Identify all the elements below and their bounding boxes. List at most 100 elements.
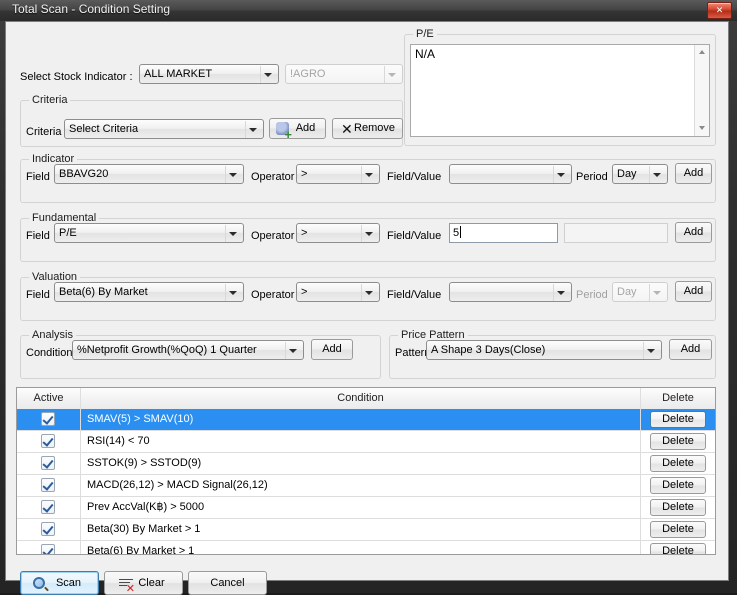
- cell-delete: Delete: [641, 519, 715, 540]
- delete-row-button[interactable]: Delete: [650, 433, 706, 450]
- indicator-operator-value: >: [301, 168, 308, 180]
- active-checkbox[interactable]: [41, 544, 55, 554]
- table-row[interactable]: SMAV(5) > SMAV(10) Delete: [17, 409, 715, 431]
- delete-row-button[interactable]: Delete: [650, 455, 706, 472]
- chevron-down-icon: [229, 232, 237, 236]
- active-checkbox[interactable]: [41, 434, 55, 448]
- price-pattern-combo[interactable]: A Shape 3 Days(Close): [426, 340, 662, 360]
- cell-delete: Delete: [641, 409, 715, 430]
- delete-row-button[interactable]: Delete: [650, 477, 706, 494]
- chevron-down-icon: [557, 291, 565, 295]
- valuation-period-combo[interactable]: Day: [612, 282, 668, 302]
- header-delete: Delete: [662, 392, 694, 404]
- chevron-down-icon: [229, 291, 237, 295]
- delete-row-button[interactable]: Delete: [650, 521, 706, 538]
- criteria-remove-button[interactable]: ✕ Remove: [332, 118, 403, 139]
- conditions-table[interactable]: Active Condition Delete SMAV(5) > SMAV(1…: [16, 387, 716, 555]
- cell-delete: Delete: [641, 497, 715, 518]
- fundamental-operator-combo[interactable]: >: [296, 223, 380, 243]
- close-icon[interactable]: ✕: [707, 2, 732, 19]
- table-row[interactable]: Beta(6) By Market > 1 Delete: [17, 541, 715, 554]
- title-bar: Total Scan - Condition Setting ✕: [0, 0, 737, 21]
- delete-row-button[interactable]: Delete: [650, 411, 706, 428]
- criteria-add-button[interactable]: Add: [269, 118, 326, 140]
- scroll-down-icon[interactable]: [695, 121, 709, 136]
- active-checkbox[interactable]: [41, 500, 55, 514]
- table-row[interactable]: RSI(14) < 70 Delete: [17, 431, 715, 453]
- valuation-fieldvalue-label: Field/Value: [387, 289, 442, 301]
- table-row[interactable]: Beta(30) By Market > 1 Delete: [17, 519, 715, 541]
- combo-separator: [285, 342, 286, 359]
- cell-active: [17, 497, 81, 518]
- delete-row-button[interactable]: Delete: [650, 543, 706, 554]
- cell-condition: RSI(14) < 70: [81, 431, 641, 452]
- cell-condition: Prev AccVal(K฿) > 5000: [81, 497, 641, 518]
- active-checkbox[interactable]: [41, 522, 55, 536]
- sector-combo[interactable]: !AGRO: [285, 64, 403, 84]
- analysis-condition-label: Condition: [26, 347, 73, 359]
- delete-row-button[interactable]: Delete: [650, 499, 706, 516]
- active-checkbox[interactable]: [41, 478, 55, 492]
- indicator-field-combo[interactable]: BBAVG20: [54, 164, 244, 184]
- active-checkbox[interactable]: [41, 456, 55, 470]
- fundamental-field-label: Field: [26, 230, 50, 242]
- indicator-operator-combo[interactable]: >: [296, 164, 380, 184]
- scroll-up-icon[interactable]: [695, 45, 709, 60]
- indicator-field-value: BBAVG20: [59, 168, 109, 180]
- text-caret: [460, 226, 462, 238]
- analysis-add-button[interactable]: Add: [311, 339, 353, 360]
- active-checkbox[interactable]: [41, 412, 55, 426]
- fundamental-field-combo[interactable]: P/E: [54, 223, 244, 243]
- scan-button[interactable]: Scan: [20, 571, 99, 595]
- combo-separator: [649, 166, 650, 183]
- header-condition: Condition: [81, 388, 641, 409]
- criteria-combo-value: Select Criteria: [69, 123, 139, 135]
- analysis-group-title: Analysis: [29, 329, 76, 341]
- analysis-condition-combo[interactable]: %Netprofit Growth(%QoQ) 1 Quarter: [72, 340, 304, 360]
- valuation-operator-label: Operator: [251, 289, 295, 301]
- clear-icon: [119, 579, 135, 594]
- market-combo[interactable]: ALL MARKET: [139, 64, 279, 84]
- cancel-button[interactable]: Cancel: [188, 571, 267, 595]
- combo-separator: [225, 284, 226, 301]
- table-row[interactable]: Prev AccVal(K฿) > 5000 Delete: [17, 497, 715, 519]
- fundamental-fieldvalue-value: 5: [453, 227, 460, 239]
- cell-active: [17, 431, 81, 452]
- combo-separator: [361, 284, 362, 301]
- indicator-operator-label: Operator: [251, 171, 295, 183]
- table-header-row: Active Condition Delete: [17, 388, 715, 410]
- criteria-group-title: Criteria: [29, 94, 71, 106]
- window-title: Total Scan - Condition Setting: [12, 2, 171, 16]
- indicator-fieldvalue-label: Field/Value: [387, 171, 442, 183]
- fundamental-fieldvalue-input[interactable]: 5: [449, 223, 558, 243]
- indicator-period-value: Day: [617, 168, 637, 180]
- chevron-down-icon: [289, 349, 297, 353]
- criteria-field-label: Criteria: [26, 126, 62, 138]
- valuation-add-button[interactable]: Add: [675, 281, 712, 302]
- fundamental-add-button[interactable]: Add: [675, 222, 712, 243]
- table-row[interactable]: MACD(26,12) > MACD Signal(26,12) Delete: [17, 475, 715, 497]
- market-combo-value: ALL MARKET: [144, 68, 213, 80]
- combo-separator: [361, 225, 362, 242]
- search-icon: [33, 577, 45, 589]
- price-pattern-add-button[interactable]: Add: [669, 339, 712, 360]
- indicator-fieldvalue-combo[interactable]: [449, 164, 572, 184]
- chevron-down-icon: [557, 173, 565, 177]
- stock-indicator-label: Select Stock Indicator :: [20, 71, 133, 83]
- pe-scrollbar[interactable]: [694, 45, 709, 136]
- chevron-down-icon: [647, 349, 655, 353]
- valuation-field-combo[interactable]: Beta(6) By Market: [54, 282, 244, 302]
- valuation-period-value: Day: [617, 286, 637, 298]
- table-row[interactable]: SSTOK(9) > SSTOD(9) Delete: [17, 453, 715, 475]
- indicator-add-button[interactable]: Add: [675, 163, 712, 184]
- valuation-fieldvalue-combo[interactable]: [449, 282, 572, 302]
- valuation-operator-combo[interactable]: >: [296, 282, 380, 302]
- criteria-combo[interactable]: Select Criteria: [64, 119, 264, 139]
- cell-active: [17, 453, 81, 474]
- indicator-field-label: Field: [26, 171, 50, 183]
- pe-textarea[interactable]: N/A: [410, 44, 710, 137]
- indicator-period-combo[interactable]: Day: [612, 164, 668, 184]
- clear-button[interactable]: Clear: [104, 571, 183, 595]
- chevron-down-icon: [229, 173, 237, 177]
- fundamental-extra-input[interactable]: [564, 223, 668, 243]
